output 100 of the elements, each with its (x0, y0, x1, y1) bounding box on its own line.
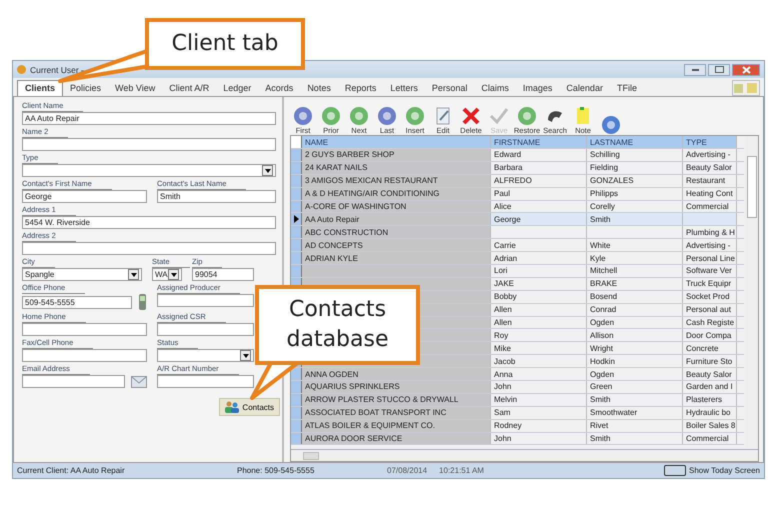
input-field[interactable] (22, 138, 276, 151)
table-cell: Rivet (587, 420, 683, 432)
close-icon (742, 66, 750, 74)
table-cell: Personal Line (683, 252, 737, 264)
table-row[interactable]: ANNA OGDEN Anna Ogden Beauty Salor (291, 368, 744, 382)
tab[interactable]: Reports (338, 81, 384, 96)
phone-icon[interactable] (138, 294, 147, 310)
table-cell: Smith (587, 213, 683, 226)
input-field[interactable]: 5454 W. Riverside (22, 216, 276, 229)
envelope-icon[interactable] (131, 376, 147, 388)
table-row[interactable]: 2 GUYS BARBER SHOP Edward Schilling Advertising - (291, 149, 744, 162)
dropdown[interactable] (157, 349, 254, 362)
horizontal-scrollbar[interactable] (291, 449, 758, 461)
table-row[interactable]: AA Auto Repair George Smith (291, 213, 744, 226)
input-field[interactable] (22, 242, 276, 255)
table-cell: Furniture Sto (683, 355, 737, 368)
table-cell: John (491, 381, 587, 393)
tab[interactable]: Client A/R (162, 81, 216, 96)
dropdown[interactable]: Spangle (22, 268, 142, 281)
table-row[interactable]: ARROW PLASTER STUCCO & DRYWALL Melvin Smith Plasterers (291, 394, 744, 407)
table-cell: Philipps (587, 188, 683, 200)
table-cell: Hodkin (587, 355, 683, 368)
table-cell: 2 GUYS BARBER SHOP (302, 149, 491, 161)
table-cell: ADRIAN KYLE (302, 252, 491, 264)
input-field[interactable] (157, 323, 254, 336)
table-row[interactable]: 24 KARAT NAILS Barbara Fielding Beauty Salor (291, 162, 744, 175)
table-cell: BRAKE (587, 278, 683, 290)
people-icon (225, 401, 240, 413)
tab[interactable]: Claims (474, 81, 516, 96)
table-cell: Plasterers (683, 394, 737, 406)
tab[interactable]: Personal (424, 81, 474, 96)
tab[interactable]: Images (516, 81, 560, 96)
table-cell: Bobby (491, 290, 587, 303)
column-header[interactable]: LASTNAME (587, 136, 683, 148)
dropdown[interactable]: WA (152, 268, 182, 281)
circle-icon (405, 106, 425, 126)
table-cell: Cash Registe (683, 316, 737, 328)
column-header[interactable]: FIRSTNAME (491, 136, 587, 148)
column-header[interactable]: TYPE (683, 136, 737, 148)
table-cell: Lori (491, 265, 587, 277)
callout-text: Client tab (172, 32, 278, 56)
circle-icon (377, 106, 397, 126)
table-row[interactable]: AD CONCEPTS Carrie White Advertising - (291, 239, 744, 252)
input-field[interactable]: George (22, 190, 147, 203)
table-cell: Restaurant (683, 174, 737, 187)
table-cell: Software Ver (683, 265, 737, 277)
maximize-button[interactable] (708, 64, 730, 76)
table-cell: Wright (587, 342, 683, 354)
tab[interactable]: Calendar (559, 81, 610, 96)
table-cell: Carrie (491, 239, 587, 252)
checkmark-icon (489, 106, 509, 126)
tab[interactable]: Letters (383, 81, 425, 96)
today-screen-link[interactable]: Show Today Screen (688, 466, 760, 475)
input-field[interactable] (157, 294, 254, 307)
table-cell: Schilling (587, 149, 683, 161)
close-button[interactable] (732, 64, 760, 76)
input-field[interactable]: 99054 (192, 268, 254, 281)
table-cell: Rodney (491, 420, 587, 432)
table-cell: Kyle (587, 252, 683, 264)
tab[interactable]: Policies (63, 81, 108, 96)
table-row[interactable]: Lori Mitchell Software Ver (291, 265, 744, 278)
help-icon (601, 115, 621, 135)
tab[interactable]: TFile (610, 81, 644, 96)
input-field[interactable]: Smith (157, 190, 276, 203)
table-row[interactable]: ADRIAN KYLE Adrian Kyle Personal Line (291, 252, 744, 266)
app-icon (17, 65, 26, 74)
tab[interactable]: Ledger (216, 81, 258, 96)
table-cell: Adrian (491, 252, 587, 264)
row-pointer-icon (294, 215, 298, 224)
table-cell: Door Compa (683, 329, 737, 342)
table-cell: Beauty Salor (683, 162, 737, 174)
tab[interactable]: Notes (300, 81, 338, 96)
table-row[interactable]: 3 AMIGOS MEXICAN RESTAURANT ALFREDO GONZALES Restaurant (291, 174, 744, 188)
circle-icon (349, 106, 369, 126)
input-field[interactable] (22, 349, 147, 362)
table-row[interactable]: A & D HEATING/AIR CONDITIONING Paul Philipps Heating Cont (291, 188, 744, 201)
input-field[interactable] (22, 323, 147, 336)
table-cell: Barbara (491, 162, 587, 174)
table-cell: Corelly (587, 200, 683, 212)
table-row[interactable]: AURORA DOOR SERVICE John Smith Commercial (291, 432, 744, 446)
table-row[interactable]: ASSOCIATED BOAT TRANSPORT INC Sam Smoothwater Hydraulic bo (291, 406, 744, 420)
input-field[interactable]: 509-545-5555 (22, 296, 132, 308)
tab[interactable]: Clients (17, 80, 64, 96)
tab[interactable]: Web View (108, 81, 162, 96)
table-cell: Edward (491, 149, 587, 161)
toolbar-icon[interactable] (732, 80, 760, 96)
table-cell: Heating Cont (683, 188, 737, 200)
table-cell: Anna (491, 368, 587, 380)
input-field[interactable] (157, 375, 254, 388)
tab[interactable]: Acords (258, 81, 300, 96)
input-field[interactable] (22, 375, 125, 388)
input-field[interactable]: AA Auto Repair (22, 112, 276, 125)
table-row[interactable]: AQUARIUS SPRINKLERS John Green Garden and I (291, 381, 744, 394)
column-header[interactable]: NAME (302, 136, 491, 148)
row-selector[interactable] (291, 213, 302, 226)
table-row[interactable]: ATLAS BOILER & EQUIPMENT CO. Rodney Rivet Boiler Sales 8 (291, 420, 744, 433)
minimize-button[interactable] (684, 64, 706, 76)
contacts-button[interactable]: Contacts (219, 398, 280, 416)
date-text: 07/08/2014 (387, 466, 428, 475)
table-row[interactable]: ABC CONSTRUCTION Plumbing & H (291, 226, 744, 240)
